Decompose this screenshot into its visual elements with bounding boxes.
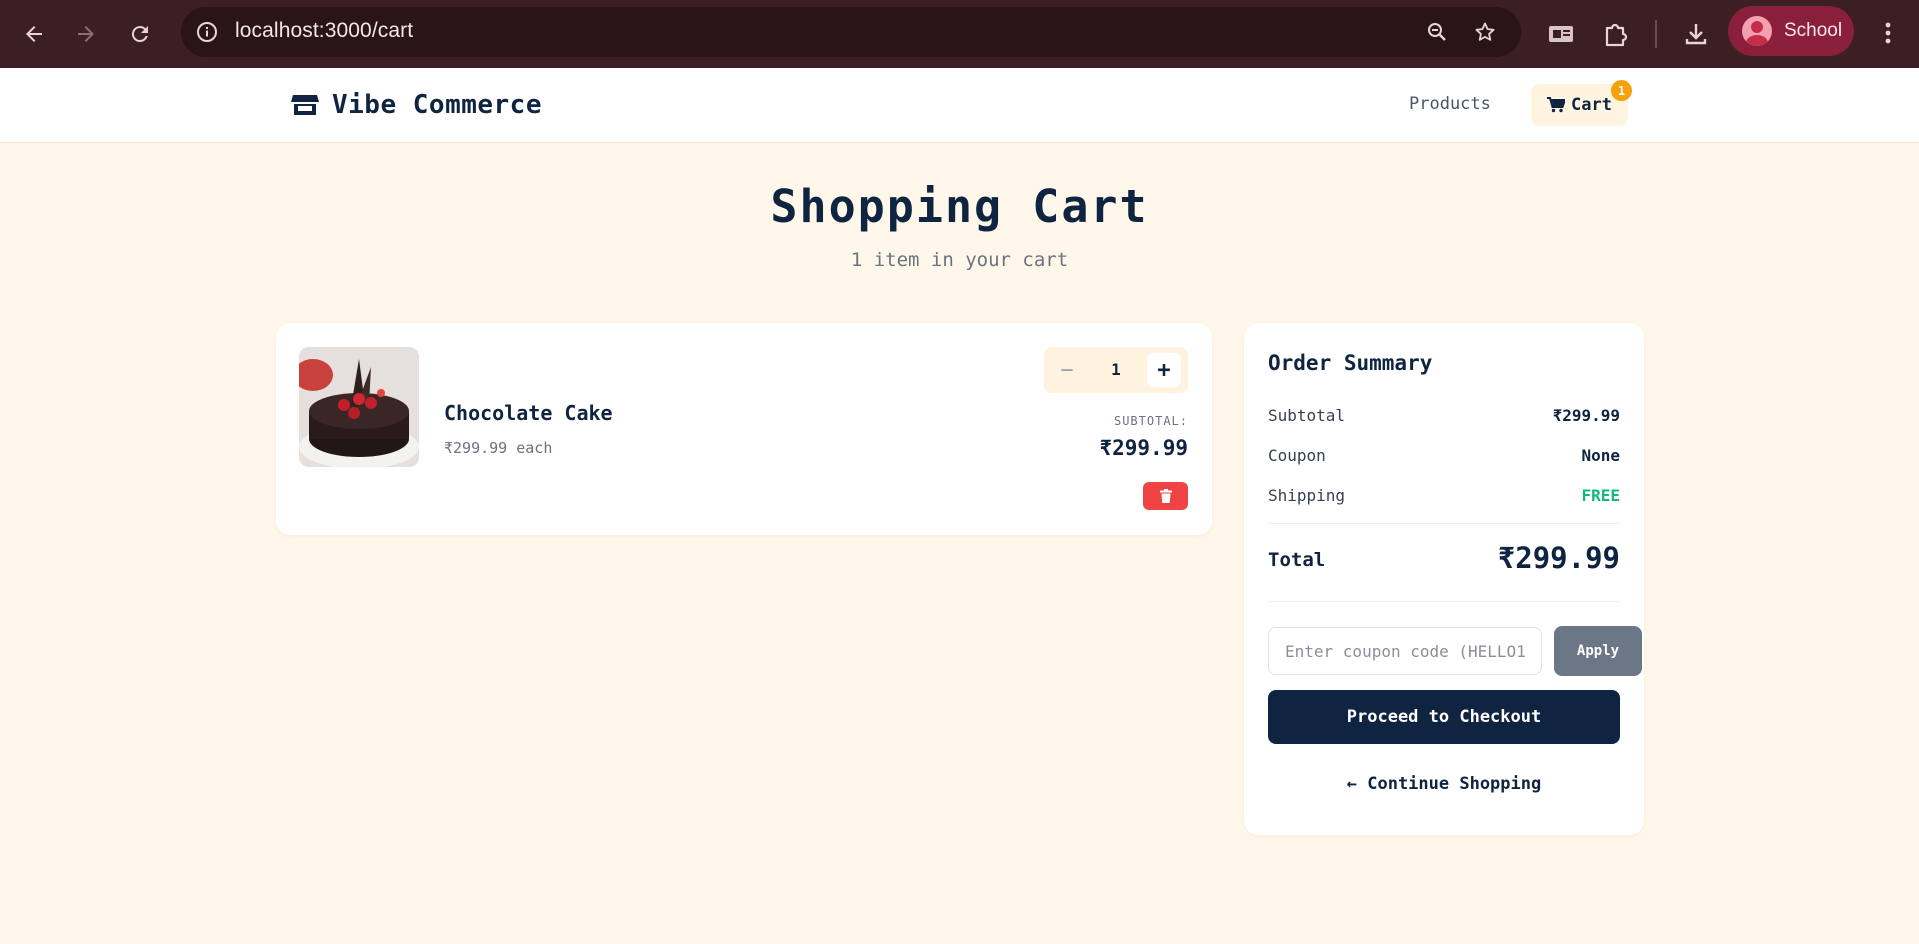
cart-count-badge: 1	[1611, 80, 1632, 101]
summary-label: Coupon	[1268, 446, 1326, 465]
browser-toolbar: localhost:3000/cart School	[0, 0, 1919, 68]
summary-divider	[1268, 523, 1620, 524]
shipping-free-badge: FREE	[1581, 486, 1620, 505]
quantity-stepper: − 1 +	[1044, 347, 1188, 393]
chocolate-cake-image[interactable]	[299, 347, 419, 467]
summary-divider	[1268, 601, 1620, 602]
download-icon[interactable]	[1681, 19, 1711, 49]
url-text[interactable]: localhost:3000/cart	[235, 19, 413, 43]
back-arrow-icon	[26, 26, 42, 42]
remove-item-button[interactable]	[1143, 482, 1188, 510]
profile-label: School	[1784, 20, 1843, 41]
store-icon	[291, 95, 319, 115]
order-summary-title: Order Summary	[1268, 351, 1433, 375]
reload-icon	[131, 26, 148, 43]
media-card-icon[interactable]	[1546, 19, 1576, 49]
summary-value: ₹299.99	[1552, 406, 1620, 425]
order-summary: Order Summary Subtotal ₹299.99 Coupon No…	[1244, 323, 1644, 835]
summary-row-subtotal: Subtotal ₹299.99	[1268, 406, 1620, 425]
star-icon[interactable]	[1473, 20, 1497, 44]
cart-icon	[1547, 97, 1566, 113]
quantity-value: 1	[1111, 360, 1121, 379]
item-name: Chocolate Cake	[444, 401, 613, 425]
summary-row-coupon: Coupon None	[1268, 446, 1620, 465]
more-vert-icon[interactable]	[1876, 18, 1900, 48]
extensions-icon[interactable]	[1601, 19, 1631, 49]
summary-value: None	[1581, 446, 1620, 465]
site-header: Vibe Commerce Products Cart 1	[0, 68, 1919, 143]
brand-name: Vibe Commerce	[332, 90, 542, 120]
summary-label: Shipping	[1268, 486, 1346, 505]
cart-label: Cart	[1571, 95, 1612, 115]
item-unit-price: ₹299.99 each	[444, 439, 553, 457]
increase-quantity-button[interactable]: +	[1147, 353, 1181, 387]
profile-button[interactable]: School	[1728, 6, 1854, 56]
info-icon[interactable]	[195, 20, 219, 44]
item-subtotal-label: SUBTOTAL:	[1113, 414, 1188, 428]
cart-item-count: 1 item in your cart	[850, 249, 1069, 271]
brand-logo[interactable]: Vibe Commerce	[291, 90, 542, 120]
back-button[interactable]	[14, 14, 54, 54]
trash-icon	[1159, 489, 1172, 503]
decrease-quantity-button[interactable]: −	[1050, 353, 1084, 387]
cart-item-card: Chocolate Cake ₹299.99 each − 1 + SUBTOT…	[276, 323, 1212, 535]
forward-arrow-icon	[78, 26, 94, 42]
total-value: ₹299.99	[1497, 541, 1620, 575]
toolbar-separator	[1655, 20, 1657, 48]
page-title: Shopping Cart	[770, 180, 1149, 233]
address-bar[interactable]: localhost:3000/cart	[181, 7, 1521, 57]
apply-coupon-button[interactable]: Apply	[1554, 626, 1642, 676]
summary-label: Subtotal	[1268, 406, 1346, 425]
coupon-code-input[interactable]	[1268, 627, 1542, 675]
reload-button[interactable]	[120, 14, 160, 54]
item-subtotal-value: ₹299.99	[1099, 436, 1188, 460]
avatar-icon	[1742, 16, 1772, 46]
zoom-icon[interactable]	[1425, 20, 1449, 44]
summary-row-shipping: Shipping FREE	[1268, 486, 1620, 505]
forward-button[interactable]	[66, 14, 106, 54]
total-label: Total	[1268, 549, 1326, 571]
continue-shopping-link[interactable]: ← Continue Shopping	[1268, 774, 1620, 794]
proceed-to-checkout-button[interactable]: Proceed to Checkout	[1268, 690, 1620, 744]
nav-products-link[interactable]: Products	[1409, 94, 1491, 114]
